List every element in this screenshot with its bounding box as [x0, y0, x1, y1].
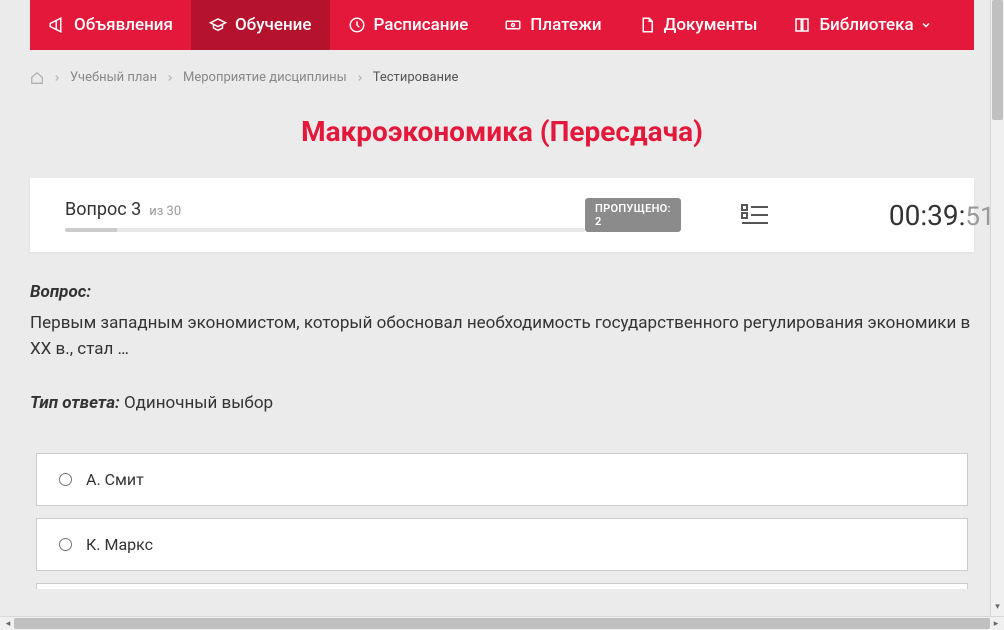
vertical-scrollbar[interactable]: ▾ [990, 0, 1004, 616]
progress-bar [65, 228, 585, 232]
chevron-down-icon [920, 19, 932, 31]
answer-option[interactable]: А. Смит [36, 453, 968, 506]
question-text: Первым западным экономистом, который обо… [30, 310, 974, 363]
answer-type-label: Тип ответа: [30, 393, 120, 413]
answer-type-value: Одиночный выбор [120, 393, 273, 413]
breadcrumb: Учебный план Мероприятие дисциплины Тест… [0, 50, 1004, 95]
breadcrumb-sep-icon [52, 73, 62, 83]
horizontal-scrollbar[interactable]: ◂ ▸ [0, 616, 1004, 630]
timer-main: 00:39: [889, 199, 966, 232]
nav-item-learning[interactable]: Обучение [191, 0, 330, 50]
nav-label: Платежи [530, 15, 601, 35]
answer-option-partial [36, 583, 968, 589]
nav-label: Расписание [374, 15, 469, 35]
megaphone-icon [48, 16, 66, 34]
answer-radio[interactable] [59, 473, 72, 486]
home-icon[interactable] [30, 71, 44, 85]
nav-label: Объявления [74, 15, 173, 35]
question-number: Вопрос 3 [65, 199, 141, 220]
nav-item-payments[interactable]: Платежи [486, 0, 619, 50]
breadcrumb-item[interactable]: Мероприятие дисциплины [183, 70, 347, 85]
question-header-panel: Вопрос 3 из 30 ПРОПУЩЕНО: 2 00:39:51 [30, 178, 974, 252]
scroll-left-icon[interactable]: ◂ [2, 619, 14, 629]
book-icon [793, 16, 811, 34]
question-total: из 30 [149, 204, 181, 219]
nav-item-documents[interactable]: Документы [620, 0, 776, 50]
question-list-icon[interactable] [741, 203, 769, 227]
main-nav: Объявления Обучение Расписание [30, 0, 974, 50]
timer: 00:39:51 [889, 199, 995, 232]
breadcrumb-sep-icon [355, 73, 365, 83]
scroll-down-icon[interactable]: ▾ [993, 602, 1002, 614]
breadcrumb-item[interactable]: Учебный план [70, 70, 157, 85]
breadcrumb-sep-icon [165, 73, 175, 83]
question-heading: Вопрос: [30, 282, 974, 302]
scrollbar-thumb[interactable] [992, 0, 1003, 120]
nav-item-library[interactable]: Библиотека [775, 0, 949, 50]
nav-label: Обучение [235, 15, 312, 35]
skipped-badge: ПРОПУЩЕНО: 2 [585, 198, 681, 232]
answer-text: А. Смит [86, 470, 144, 489]
clock-icon [348, 16, 366, 34]
money-icon [504, 16, 522, 34]
page-title: Макроэкономика (Пересдача) [0, 115, 1004, 148]
nav-label: Документы [664, 15, 758, 35]
nav-item-schedule[interactable]: Расписание [330, 0, 487, 50]
breadcrumb-item-current: Тестирование [373, 70, 459, 85]
nav-item-announcements[interactable]: Объявления [30, 0, 191, 50]
scrollbar-thumb[interactable] [14, 618, 990, 629]
grad-cap-icon [209, 16, 227, 34]
answer-text: К. Маркс [86, 535, 153, 554]
scroll-right-icon[interactable]: ▸ [990, 619, 1002, 629]
answer-option[interactable]: К. Маркс [36, 518, 968, 571]
answer-radio[interactable] [59, 538, 72, 551]
nav-label: Библиотека [819, 15, 913, 35]
doc-icon [638, 16, 656, 34]
